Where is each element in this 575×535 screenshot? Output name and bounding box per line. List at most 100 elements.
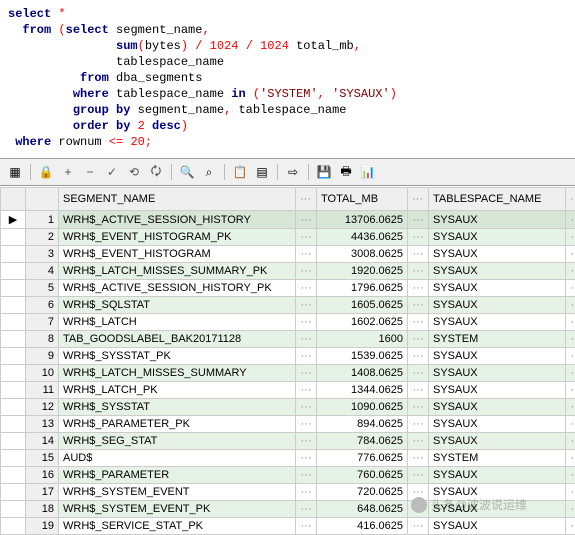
cell-segment-name[interactable]: WRH$_ACTIVE_SESSION_HISTORY_PK [59,280,296,297]
add-row-button[interactable]: + [59,163,77,181]
cell-segment-name[interactable]: WRH$_SYSTEM_EVENT [59,484,296,501]
cell-ellipsis-button[interactable]: ··· [296,246,317,263]
find-button[interactable]: 🔍 [178,163,196,181]
cell-ellipsis-button[interactable]: ··· [408,467,429,484]
cell-tablespace-name[interactable]: SYSAUX [429,518,566,535]
table-row[interactable]: ▶1WRH$_ACTIVE_SESSION_HISTORY···13706.06… [1,211,575,229]
cell-ellipsis-button[interactable]: ··· [296,501,317,518]
cell-segment-name[interactable]: WRH$_SQLSTAT [59,297,296,314]
cell-ellipsis-button[interactable]: ··· [296,365,317,382]
commit-button[interactable]: ✓ [103,163,121,181]
cell-ellipsis-button[interactable]: ··· [296,382,317,399]
cell-ellipsis-button[interactable]: ··· [566,382,575,399]
cell-tablespace-name[interactable]: SYSAUX [429,297,566,314]
cell-segment-name[interactable]: WRH$_SYSTEM_EVENT_PK [59,501,296,518]
row-marker[interactable] [1,229,26,246]
cell-tablespace-name[interactable]: SYSAUX [429,280,566,297]
sql-editor[interactable]: select * from (select segment_name, sum(… [0,0,575,159]
row-marker[interactable] [1,331,26,348]
table-row[interactable]: 5WRH$_ACTIVE_SESSION_HISTORY_PK···1796.0… [1,280,575,297]
cell-segment-name[interactable]: WRH$_SYSSTAT_PK [59,348,296,365]
cell-total-mb[interactable]: 720.0625 [317,484,408,501]
goto-button[interactable]: ▤ [253,163,271,181]
cell-total-mb[interactable]: 894.0625 [317,416,408,433]
rollback-button[interactable]: ⟲ [125,163,143,181]
cell-ellipsis-button[interactable]: ··· [566,467,575,484]
cell-ellipsis-button[interactable]: ··· [566,280,575,297]
cell-tablespace-name[interactable]: SYSAUX [429,365,566,382]
cell-tablespace-name[interactable]: SYSAUX [429,263,566,280]
cell-tablespace-name[interactable]: SYSAUX [429,416,566,433]
rownum-header[interactable] [26,188,59,211]
table-row[interactable]: 13WRH$_PARAMETER_PK···894.0625···SYSAUX·… [1,416,575,433]
cell-ellipsis-button[interactable]: ··· [296,484,317,501]
cell-ellipsis-button[interactable]: ··· [296,314,317,331]
cell-ellipsis-button[interactable]: ··· [408,263,429,280]
row-marker[interactable] [1,365,26,382]
table-row[interactable]: 4WRH$_LATCH_MISSES_SUMMARY_PK···1920.062… [1,263,575,280]
cell-total-mb[interactable]: 776.0625 [317,450,408,467]
cell-segment-name[interactable]: WRH$_EVENT_HISTOGRAM_PK [59,229,296,246]
cell-ellipsis-button[interactable]: ··· [296,433,317,450]
cell-ellipsis-button[interactable]: ··· [566,297,575,314]
cell-segment-name[interactable]: WRH$_LATCH_PK [59,382,296,399]
cell-ellipsis-button[interactable]: ··· [408,382,429,399]
cell-total-mb[interactable]: 1920.0625 [317,263,408,280]
cell-total-mb[interactable]: 648.0625 [317,501,408,518]
table-row[interactable]: 9WRH$_SYSSTAT_PK···1539.0625···SYSAUX··· [1,348,575,365]
cell-ellipsis-button[interactable]: ··· [566,229,575,246]
table-row[interactable]: 2WRH$_EVENT_HISTOGRAM_PK···4436.0625···S… [1,229,575,246]
cell-total-mb[interactable]: 3008.0625 [317,246,408,263]
cell-ellipsis-button[interactable]: ··· [566,450,575,467]
cell-ellipsis-button[interactable]: ··· [408,450,429,467]
copy-button[interactable]: 📋 [231,163,249,181]
cell-ellipsis-button[interactable]: ··· [296,331,317,348]
cell-ellipsis-button[interactable]: ··· [296,399,317,416]
cell-total-mb[interactable]: 1408.0625 [317,365,408,382]
cell-segment-name[interactable]: WRH$_SEG_STAT [59,433,296,450]
cell-ellipsis-button[interactable]: ··· [566,399,575,416]
cell-total-mb[interactable]: 1796.0625 [317,280,408,297]
cell-ellipsis-button[interactable]: ··· [408,484,429,501]
row-marker[interactable] [1,518,26,535]
row-marker[interactable] [1,484,26,501]
refresh-button[interactable]: 🗘 [147,163,165,181]
save-button[interactable]: 💾 [315,163,333,181]
cell-ellipsis-button[interactable]: ··· [296,348,317,365]
column-header-tablespace-name[interactable]: TABLESPACE_NAME [429,188,566,211]
row-marker[interactable] [1,382,26,399]
cell-ellipsis-button[interactable]: ··· [408,433,429,450]
cell-ellipsis-button[interactable]: ··· [408,518,429,535]
cell-ellipsis-button[interactable]: ··· [566,348,575,365]
cell-tablespace-name[interactable]: SYSAUX [429,501,566,518]
cell-ellipsis-button[interactable]: ··· [566,365,575,382]
cell-segment-name[interactable]: WRH$_PARAMETER [59,467,296,484]
row-marker[interactable] [1,297,26,314]
cell-segment-name[interactable]: WRH$_LATCH_MISSES_SUMMARY [59,365,296,382]
cell-ellipsis-button[interactable]: ··· [296,280,317,297]
table-row[interactable]: 6WRH$_SQLSTAT···1605.0625···SYSAUX··· [1,297,575,314]
cell-total-mb[interactable]: 416.0625 [317,518,408,535]
table-row[interactable]: 15AUD$···776.0625···SYSTEM··· [1,450,575,467]
cell-ellipsis-button[interactable]: ··· [296,467,317,484]
cell-segment-name[interactable]: TAB_GOODSLABEL_BAK20171128 [59,331,296,348]
table-row[interactable]: 8TAB_GOODSLABEL_BAK20171128···1600···SYS… [1,331,575,348]
cell-ellipsis-button[interactable]: ··· [566,518,575,535]
cell-total-mb[interactable]: 1539.0625 [317,348,408,365]
cell-tablespace-name[interactable]: SYSTEM [429,331,566,348]
table-row[interactable]: 14WRH$_SEG_STAT···784.0625···SYSAUX··· [1,433,575,450]
results-grid[interactable]: SEGMENT_NAME ··· TOTAL_MB ··· TABLESPACE… [0,186,575,535]
cell-segment-name[interactable]: AUD$ [59,450,296,467]
cell-ellipsis-button[interactable]: ··· [566,416,575,433]
cell-tablespace-name[interactable]: SYSAUX [429,484,566,501]
table-row[interactable]: 16WRH$_PARAMETER···760.0625···SYSAUX··· [1,467,575,484]
table-row[interactable]: 17WRH$_SYSTEM_EVENT···720.0625···SYSAUX·… [1,484,575,501]
row-marker[interactable] [1,348,26,365]
cell-ellipsis-button[interactable]: ··· [296,229,317,246]
cell-ellipsis-button[interactable]: ··· [408,246,429,263]
lock-button[interactable]: 🔒 [37,163,55,181]
cell-tablespace-name[interactable]: SYSAUX [429,211,566,229]
cell-ellipsis-button[interactable]: ··· [408,297,429,314]
cell-total-mb[interactable]: 1602.0625 [317,314,408,331]
cell-segment-name[interactable]: WRH$_EVENT_HISTOGRAM [59,246,296,263]
